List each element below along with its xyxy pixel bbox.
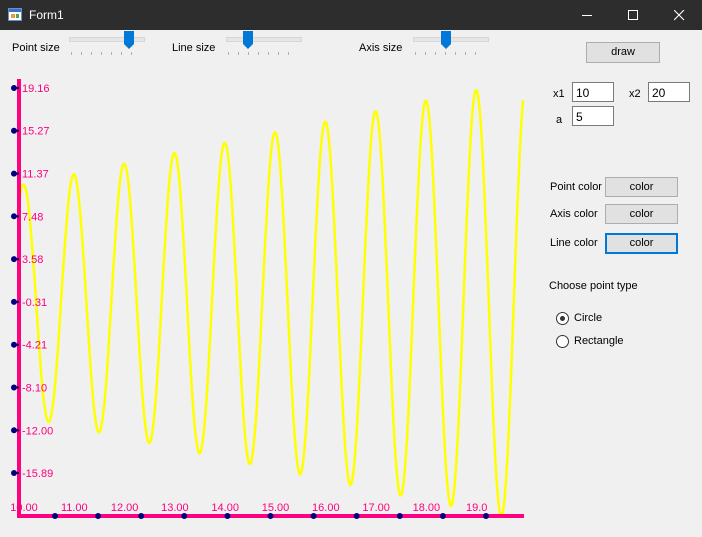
x1-label: x1 — [553, 88, 565, 100]
x-tick-point — [439, 513, 446, 519]
y-tick-label: -8.10 — [22, 382, 47, 394]
point-type-heading: Choose point type — [549, 280, 638, 292]
x-tick-label: 11.00 — [61, 502, 88, 514]
y-tick-label: 7.48 — [22, 211, 43, 223]
x2-input[interactable] — [648, 82, 690, 102]
a-label: a — [556, 114, 563, 126]
circle-radio[interactable] — [556, 312, 569, 325]
maximize-icon — [628, 10, 638, 20]
y-tick-label: -0.31 — [22, 297, 47, 309]
minimize-icon — [582, 15, 592, 16]
line-color-label: Line color — [550, 237, 598, 249]
x2-label: x2 — [629, 88, 641, 100]
y-tick-label: 15.27 — [22, 126, 50, 138]
y-tick-label: -15.89 — [22, 468, 53, 480]
x1-input[interactable] — [572, 82, 614, 102]
point-color-label: Point color — [550, 181, 602, 193]
slider-thumb[interactable] — [441, 31, 451, 49]
slider-thumb[interactable] — [124, 31, 134, 49]
function-curve — [16, 88, 525, 518]
x-tick-point — [310, 513, 317, 519]
slider-thumb[interactable] — [243, 31, 253, 49]
draw-button[interactable]: draw — [586, 42, 660, 63]
x-tick-label: 12.00 — [111, 502, 139, 514]
x-tick-point — [267, 513, 274, 519]
point-color-button[interactable]: color — [605, 177, 678, 197]
x-tick-label: 17.00 — [362, 502, 390, 514]
rectangle-radio-label[interactable]: Rectangle — [574, 335, 624, 347]
app-icon — [8, 8, 22, 21]
slider-ticks — [415, 52, 485, 55]
x-tick-label: 15.00 — [262, 502, 290, 514]
x-tick-label: 19.0 — [466, 502, 487, 514]
axis-color-label: Axis color — [550, 208, 598, 220]
maximize-button[interactable] — [610, 0, 656, 30]
a-input[interactable] — [572, 106, 614, 126]
x-tick-point — [52, 513, 58, 519]
point-size-slider[interactable] — [69, 31, 145, 57]
line-size-label: Line size — [172, 42, 216, 54]
x-tick-point — [353, 513, 360, 519]
y-tick-label: 3.58 — [22, 254, 43, 266]
axis-color-button[interactable]: color — [605, 204, 678, 224]
rectangle-radio[interactable] — [556, 335, 569, 348]
x-tick-point — [95, 513, 102, 519]
x-tick-label: 16.00 — [312, 502, 340, 514]
x-tick-point — [396, 513, 403, 519]
axis-size-slider[interactable] — [413, 31, 489, 57]
slider-ticks — [71, 52, 141, 55]
circle-radio-label[interactable]: Circle — [574, 312, 602, 324]
point-size-label: Point size — [12, 42, 60, 54]
plot-area: 19.16 15.27 11.37 7.48 3.58 -0.31 -4.21 -8.10 -1… — [10, 79, 525, 519]
y-tick-label: -4.21 — [22, 340, 47, 352]
slider-track — [413, 37, 489, 42]
line-color-button[interactable]: color — [605, 233, 678, 254]
y-tick-label: 11.37 — [22, 169, 49, 181]
slider-ticks — [228, 52, 298, 55]
x-tick-label: 14.00 — [211, 502, 239, 514]
y-tick-label: -12.00 — [22, 425, 53, 437]
line-size-slider[interactable] — [226, 31, 302, 57]
slider-track — [226, 37, 302, 42]
window-title: Form1 — [29, 8, 64, 22]
title-bar: Form1 — [0, 0, 702, 30]
x-tick-label: 18.00 — [413, 502, 441, 514]
x-tick-point — [181, 513, 188, 519]
close-icon — [674, 10, 685, 21]
axis-size-label: Axis size — [359, 42, 403, 54]
x-tick-point — [483, 513, 489, 519]
y-tick-label: 19.16 — [22, 83, 50, 95]
x-tick-label: 13.00 — [161, 502, 189, 514]
x-tick-point — [138, 513, 145, 519]
minimize-button[interactable] — [564, 0, 610, 30]
close-button[interactable] — [656, 0, 702, 30]
x-tick-label: 10.00 — [10, 502, 38, 514]
x-tick-point — [224, 513, 231, 519]
